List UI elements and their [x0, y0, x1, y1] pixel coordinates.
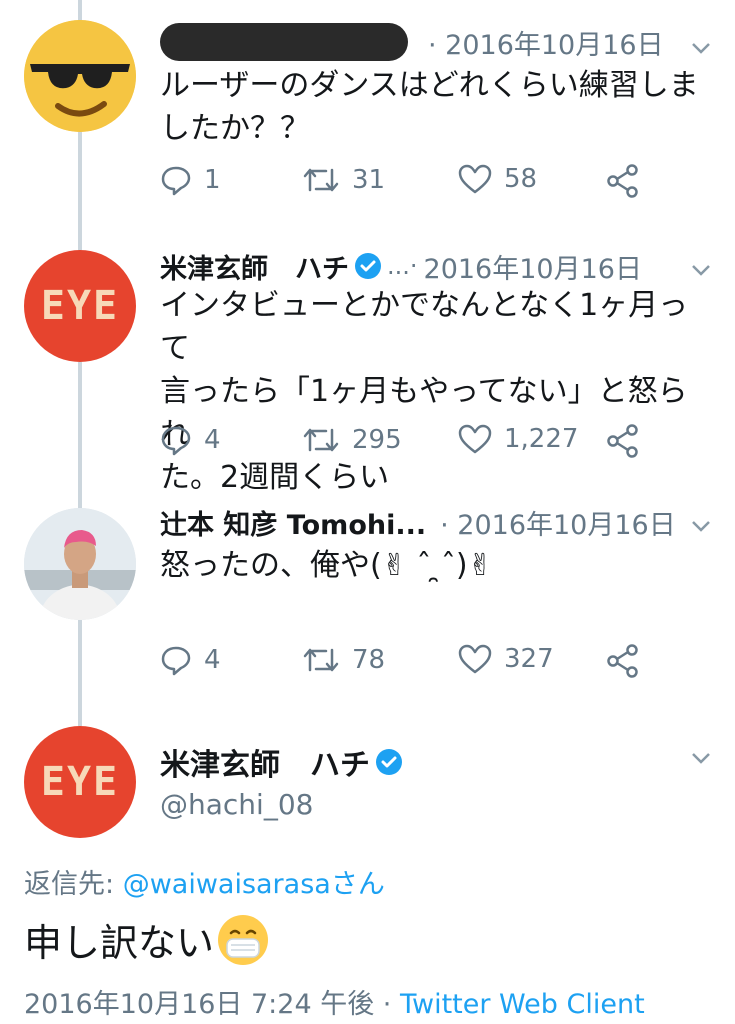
like-count: 58 — [504, 164, 538, 194]
tweet-text-line: 怒ったの、俺や(✌︎ ˆ ̯ˆ)✌︎ — [160, 548, 493, 583]
chevron-down-icon[interactable] — [689, 514, 713, 538]
tweet-actions: 4 295 1,227 — [160, 424, 680, 464]
tweet-text-line: インタビューとかでなんとなく1ヶ月って — [160, 288, 689, 366]
retweet-count: 78 — [352, 645, 386, 675]
reply-icon — [161, 646, 191, 676]
reply-button[interactable]: 4 — [160, 424, 221, 456]
verified-badge-icon — [376, 749, 402, 775]
retweet-button[interactable]: 31 — [302, 164, 385, 196]
reply-icon — [161, 426, 191, 456]
tweet-text: 怒ったの、俺や(✌︎ ˆ ̯ˆ)✌︎ — [160, 544, 711, 587]
chevron-down-icon[interactable] — [689, 258, 713, 282]
reply-to-user-link[interactable]: @waiwaisarasa — [123, 869, 331, 900]
share-icon[interactable] — [606, 164, 640, 198]
tweet-text: ルーザーのダンスはどれくらい練習しま したか？？ — [160, 64, 711, 150]
reply-count: 4 — [204, 645, 221, 675]
tweet-header: · 2016年10月16日 — [160, 20, 735, 64]
tweet-1[interactable]: · 2016年10月16日 ルーザーのダンスはどれくらい練習しま したか？？ 1… — [0, 0, 735, 220]
timestamp: 2016年10月16日 7:24 午後 · — [24, 989, 400, 1020]
main-tweet-text: 申し訳ない — [24, 912, 269, 967]
mask-face-emoji-icon — [218, 914, 269, 965]
avatar[interactable] — [24, 20, 136, 132]
heart-icon — [458, 644, 492, 674]
tweet-date[interactable]: · 2016年10月16日 — [440, 503, 676, 542]
retweet-count: 295 — [352, 425, 402, 455]
verified-badge-icon — [355, 253, 381, 279]
retweet-button[interactable]: 78 — [302, 644, 385, 676]
avatar[interactable]: EYE — [24, 726, 136, 838]
avatar-eye-logo: EYE — [40, 283, 120, 329]
display-name[interactable]: 辻本 知彦 Tomohi... — [160, 503, 426, 542]
tweet-date[interactable]: · 2016年10月16日 — [428, 23, 664, 62]
chevron-down-icon[interactable] — [689, 746, 713, 770]
tweet-date[interactable]: 2016年10月16日 — [424, 247, 642, 286]
like-button[interactable]: 327 — [458, 644, 554, 674]
share-icon[interactable] — [606, 644, 640, 678]
main-tweet-header: 米津玄師 ハチ — [160, 740, 402, 784]
retweet-icon — [303, 168, 339, 192]
redacted-name — [160, 23, 408, 61]
client-link[interactable]: Twitter Web Client — [400, 989, 645, 1020]
avatar-eye-logo: EYE — [40, 759, 120, 805]
pink-hair-person-photo — [24, 508, 136, 620]
heart-icon — [458, 164, 492, 194]
avatar[interactable] — [24, 508, 136, 620]
tweet-header: 米津玄師 ハチ ...· 2016年10月16日 — [160, 244, 735, 288]
tweet-header: 辻本 知彦 Tomohi... · 2016年10月16日 — [160, 500, 735, 544]
tweet-2[interactable]: EYE 米津玄師 ハチ ...· 2016年10月16日 インタビューとかでなん… — [0, 240, 735, 495]
reply-count: 1 — [204, 165, 221, 195]
reply-count: 4 — [204, 425, 221, 455]
like-button[interactable]: 58 — [458, 164, 537, 194]
avatar[interactable]: EYE — [24, 250, 136, 362]
retweet-icon — [303, 428, 339, 452]
chevron-down-icon[interactable] — [689, 36, 713, 60]
like-button[interactable]: 1,227 — [458, 424, 578, 454]
reply-button[interactable]: 1 — [160, 164, 221, 196]
tweet-text-line: ルーザーのダンスはどれくらい練習しま — [160, 68, 699, 103]
main-tweet-text-content: 申し訳ない — [24, 921, 215, 965]
reply-button[interactable]: 4 — [160, 644, 221, 676]
tweet-meta: 2016年10月16日 7:24 午後 · Twitter Web Client — [24, 982, 645, 1021]
tweet-actions: 1 31 58 — [160, 164, 680, 204]
heart-icon — [458, 424, 492, 454]
tweet-3[interactable]: 辻本 知彦 Tomohi... · 2016年10月16日 怒ったの、俺や(✌︎… — [0, 500, 735, 700]
reply-to: 返信先: @waiwaisarasaさん — [24, 862, 385, 901]
like-count: 1,227 — [504, 424, 579, 454]
tweet-text: インタビューとかでなんとなく1ヶ月って 言ったら「1ヶ月もやってない」と怒られ … — [160, 284, 711, 499]
tweet-actions: 4 78 327 — [160, 644, 680, 684]
like-count: 327 — [504, 644, 554, 674]
reply-to-suffix: さん — [330, 869, 385, 900]
user-handle[interactable]: @hachi_08 — [160, 788, 313, 821]
retweet-count: 31 — [352, 165, 386, 195]
tweet-text-line: したか？？ — [160, 111, 310, 146]
reply-icon — [161, 166, 191, 196]
sunglasses-emoji-icon — [24, 20, 136, 132]
retweet-button[interactable]: 295 — [302, 424, 402, 456]
display-name[interactable]: 米津玄師 ハチ — [160, 740, 370, 784]
display-name[interactable]: 米津玄師 ハチ — [160, 247, 349, 286]
reply-to-label: 返信先: — [24, 869, 123, 900]
name-ellipsis: ...· — [387, 252, 418, 280]
share-icon[interactable] — [606, 424, 640, 458]
retweet-icon — [303, 648, 339, 672]
